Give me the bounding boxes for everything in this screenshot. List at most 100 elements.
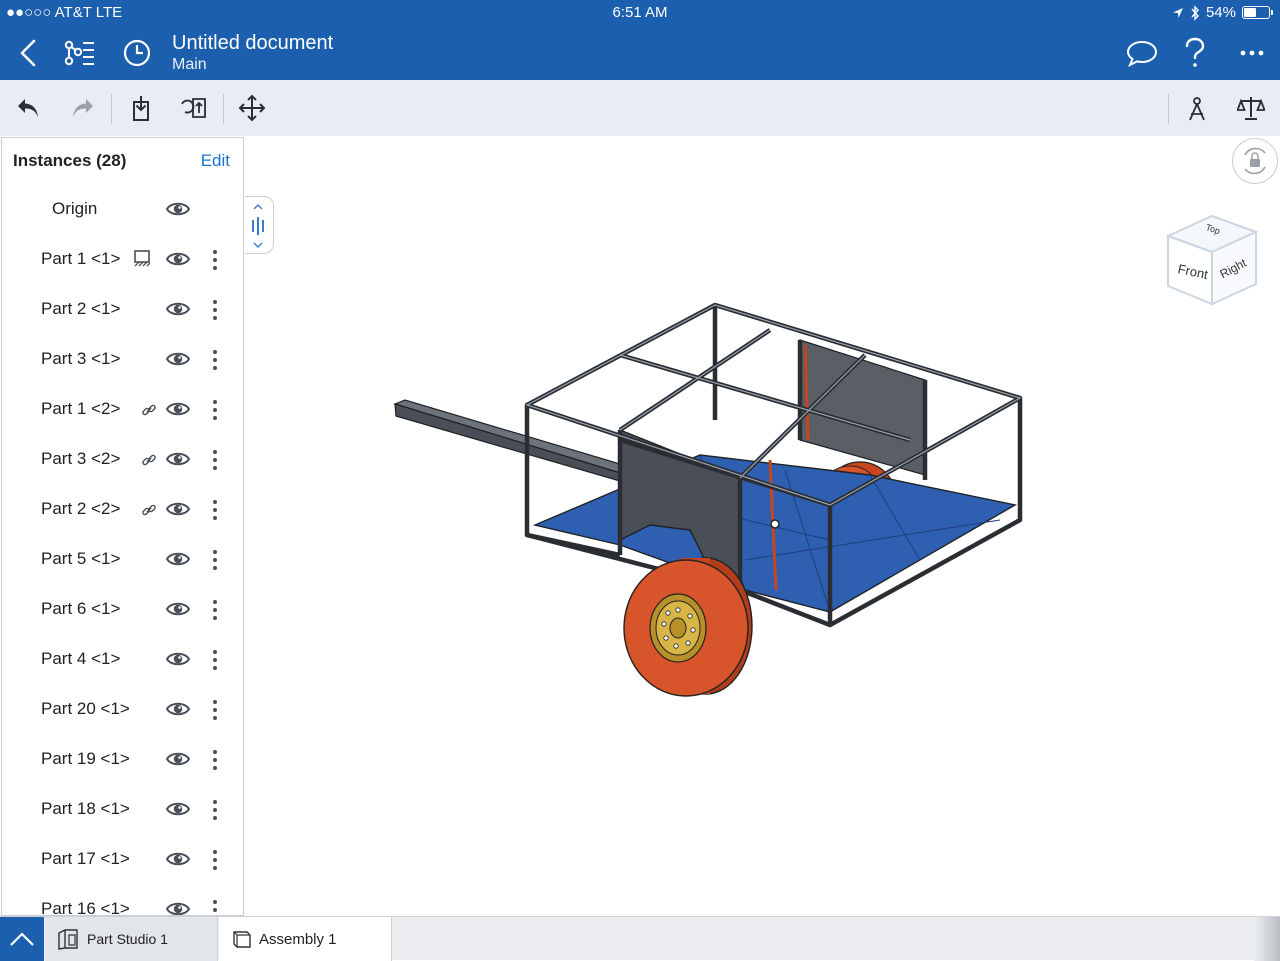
status-bar: ●●○○○ AT&T LTE 6:51 AM 54% bbox=[0, 0, 1280, 26]
bluetooth-icon bbox=[1191, 4, 1199, 21]
instance-menu-icon[interactable] bbox=[210, 847, 220, 873]
instance-menu-icon[interactable] bbox=[210, 247, 220, 273]
mass-properties-button[interactable] bbox=[1235, 92, 1267, 124]
instance-row[interactable]: Origin bbox=[2, 185, 243, 235]
workspace-name[interactable]: Main bbox=[172, 56, 207, 74]
instance-row[interactable]: Part 18 <1> bbox=[2, 785, 243, 835]
document-tab-bar: Part Studio 1 Assembly 1 bbox=[0, 916, 1280, 961]
instance-row[interactable]: Part 5 <1> bbox=[2, 535, 243, 585]
visibility-eye-icon[interactable] bbox=[165, 199, 191, 219]
instance-row[interactable]: Part 3 <2> bbox=[2, 435, 243, 485]
visibility-eye-icon[interactable] bbox=[165, 599, 191, 619]
chevron-up-icon bbox=[10, 932, 34, 946]
instance-menu-icon[interactable] bbox=[210, 647, 220, 673]
feature-tree-icon bbox=[64, 40, 94, 66]
battery-icon bbox=[1242, 6, 1273, 19]
visibility-eye-icon[interactable] bbox=[165, 749, 191, 769]
instance-label: Part 1 <2> bbox=[41, 399, 121, 418]
instance-menu-icon[interactable] bbox=[210, 597, 220, 623]
graphics-viewport[interactable] bbox=[245, 136, 1280, 916]
mass-properties-icon bbox=[1237, 97, 1265, 120]
fixed-icon bbox=[133, 249, 151, 269]
instance-label: Part 3 <2> bbox=[41, 449, 121, 468]
visibility-eye-icon[interactable] bbox=[165, 499, 191, 519]
instance-menu-icon[interactable] bbox=[210, 297, 220, 323]
visibility-eye-icon[interactable] bbox=[165, 349, 191, 369]
undo-button[interactable] bbox=[12, 92, 44, 124]
instance-menu-icon[interactable] bbox=[210, 397, 220, 423]
tab-part-studio-1[interactable]: Part Studio 1 bbox=[45, 917, 218, 961]
history-button[interactable] bbox=[119, 35, 155, 71]
visibility-eye-icon[interactable] bbox=[165, 299, 191, 319]
document-title[interactable]: Untitled document bbox=[172, 32, 333, 55]
instance-row[interactable]: Part 1 <1> bbox=[2, 235, 243, 285]
trailer-tongue[interactable] bbox=[393, 399, 642, 485]
view-rotate-lock-button[interactable] bbox=[1232, 138, 1278, 184]
instance-row[interactable]: Part 2 <1> bbox=[2, 285, 243, 335]
more-button[interactable] bbox=[1234, 35, 1270, 71]
instance-row[interactable]: Part 6 <1> bbox=[2, 585, 243, 635]
instance-label: Part 5 <1> bbox=[41, 549, 121, 568]
undo-icon bbox=[18, 99, 38, 117]
back-button[interactable] bbox=[10, 35, 46, 71]
visibility-eye-icon[interactable] bbox=[165, 899, 191, 915]
tab-label: Assembly 1 bbox=[259, 930, 337, 948]
battery-percent: 54% bbox=[1205, 4, 1236, 21]
visibility-eye-icon[interactable] bbox=[165, 549, 191, 569]
instance-menu-icon[interactable] bbox=[210, 447, 220, 473]
link-icon bbox=[141, 452, 157, 468]
redo-icon bbox=[73, 99, 93, 117]
mate-connector-button[interactable] bbox=[1181, 92, 1213, 124]
redo-button[interactable] bbox=[67, 92, 99, 124]
part-studio-icon bbox=[58, 928, 78, 950]
instance-row[interactable]: Part 3 <1> bbox=[2, 335, 243, 385]
visibility-eye-icon[interactable] bbox=[165, 649, 191, 669]
rotate-lock-icon bbox=[1244, 147, 1266, 175]
instance-row[interactable]: Part 19 <1> bbox=[2, 735, 243, 785]
view-cube[interactable]: Top Front Right bbox=[1160, 210, 1264, 310]
transform-button[interactable] bbox=[236, 92, 268, 124]
visibility-eye-icon[interactable] bbox=[165, 399, 191, 419]
insert-part-icon bbox=[133, 96, 149, 121]
visibility-eye-icon[interactable] bbox=[165, 249, 191, 269]
instances-panel: Instances (28) Edit Origin Part 1 <1> Part… bbox=[1, 137, 244, 916]
mate-connector-point[interactable] bbox=[770, 519, 780, 529]
instance-menu-icon[interactable] bbox=[210, 497, 220, 523]
trailer-model[interactable] bbox=[245, 136, 1280, 916]
instance-menu-icon[interactable] bbox=[210, 347, 220, 373]
tab-label: Part Studio 1 bbox=[87, 931, 168, 947]
visibility-eye-icon[interactable] bbox=[165, 849, 191, 869]
instance-row[interactable]: Part 2 <2> bbox=[2, 485, 243, 535]
tab-assembly-1[interactable]: Assembly 1 bbox=[219, 917, 392, 961]
replace-icon bbox=[181, 98, 206, 118]
front-wheel[interactable] bbox=[623, 557, 753, 697]
instance-menu-icon[interactable] bbox=[210, 747, 220, 773]
carrier-signal: ●●○○○ AT&T LTE bbox=[6, 4, 123, 21]
instance-label: Part 6 <1> bbox=[41, 599, 121, 618]
instance-menu-icon[interactable] bbox=[210, 697, 220, 723]
visibility-eye-icon[interactable] bbox=[165, 449, 191, 469]
document-header: Untitled document Main bbox=[0, 26, 1280, 80]
instance-menu-icon[interactable] bbox=[210, 547, 220, 573]
back-chevron-icon bbox=[20, 39, 36, 67]
instance-menu-icon[interactable] bbox=[210, 897, 220, 915]
comments-button[interactable] bbox=[1124, 35, 1160, 71]
help-button[interactable] bbox=[1177, 35, 1213, 71]
status-right: 54% bbox=[1172, 4, 1273, 21]
instance-row[interactable]: Part 20 <1> bbox=[2, 685, 243, 735]
tab-scroll-shadow bbox=[1254, 917, 1280, 961]
instance-row[interactable]: Part 4 <1> bbox=[2, 635, 243, 685]
feature-tree-button[interactable] bbox=[61, 35, 97, 71]
visibility-eye-icon[interactable] bbox=[165, 699, 191, 719]
visibility-eye-icon[interactable] bbox=[165, 799, 191, 819]
insert-button[interactable] bbox=[124, 92, 156, 124]
instance-label: Part 16 <1> bbox=[41, 899, 130, 916]
instance-row[interactable]: Part 1 <2> bbox=[2, 385, 243, 435]
instance-menu-icon[interactable] bbox=[210, 797, 220, 823]
edit-button[interactable]: Edit bbox=[201, 151, 230, 171]
tab-manager-button[interactable] bbox=[0, 917, 44, 961]
replace-button[interactable] bbox=[178, 92, 210, 124]
mate-connector-icon bbox=[1189, 97, 1205, 121]
instance-row[interactable]: Part 16 <1> bbox=[2, 885, 243, 916]
instance-row[interactable]: Part 17 <1> bbox=[2, 835, 243, 885]
